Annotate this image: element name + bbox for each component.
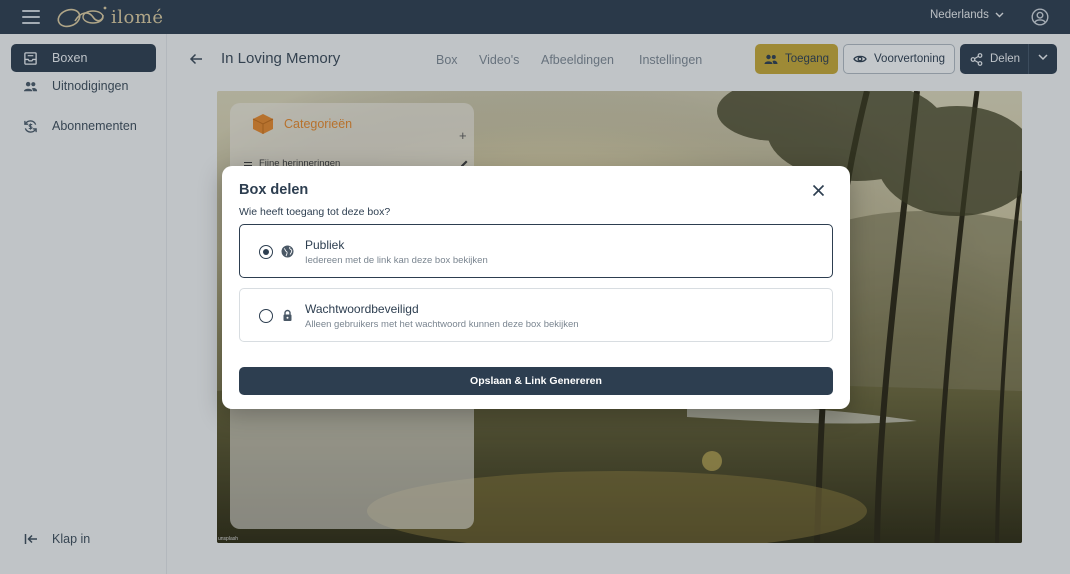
dialog-question: Wie heeft toegang tot deze box? (239, 206, 391, 218)
option-title: Publiek (305, 238, 345, 252)
lock-icon (283, 309, 292, 321)
share-box-dialog: Box delen Wie heeft toegang tot deze box… (222, 166, 850, 409)
radio-public[interactable] (259, 245, 273, 259)
option-title: Wachtwoordbeveiligd (305, 302, 419, 316)
save-generate-link-button[interactable]: Opslaan & Link Genereren (239, 367, 833, 395)
radio-password-protected[interactable] (259, 309, 273, 323)
dialog-title: Box delen (239, 182, 309, 198)
option-description: Alleen gebruikers met het wachtwoord kun… (305, 319, 579, 330)
globe-icon (281, 245, 294, 258)
option-password-protected[interactable]: Wachtwoordbeveiligd Alleen gebruikers me… (239, 288, 833, 342)
close-icon[interactable] (812, 184, 825, 197)
option-description: Iedereen met de link kan deze box bekijk… (305, 255, 488, 266)
option-public[interactable]: Publiek Iedereen met de link kan deze bo… (239, 224, 833, 278)
